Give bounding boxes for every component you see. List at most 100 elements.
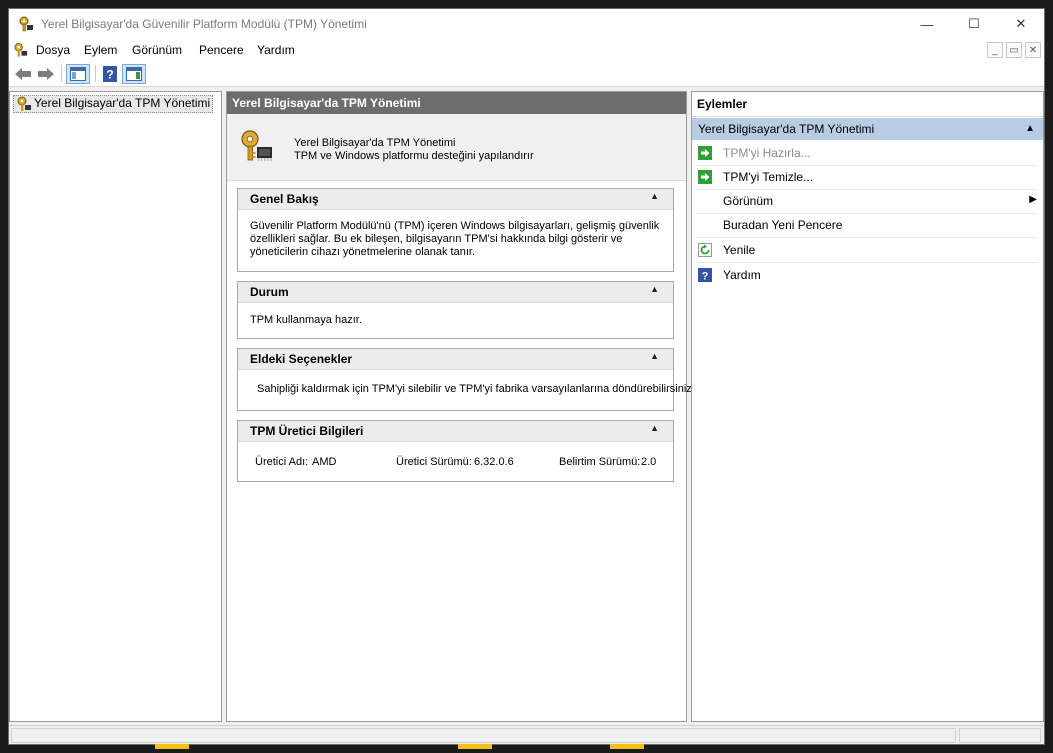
tpm-key-icon [241, 130, 272, 161]
manufacturer-version-value: 6.32.0.6 [474, 456, 514, 468]
collapse-caret-icon[interactable]: ▲ [650, 423, 659, 433]
action-label: Görünüm [723, 194, 774, 208]
available-options-section-header[interactable]: Eldeki Seçenekler ▲ [238, 349, 673, 370]
manufacturer-section-header[interactable]: TPM Üretici Bilgileri ▲ [238, 421, 673, 442]
actions-pane-title: Eylemler [692, 92, 1043, 117]
menu-gorunum[interactable]: Görünüm [132, 43, 182, 57]
mdi-restore-button[interactable]: ▭ [1006, 42, 1022, 58]
overview-line: yöneticilerin cihazı yönetmelerine olana… [250, 246, 476, 258]
actions-group-header[interactable]: Yerel Bilgisayar'da TPM Yönetimi ▲ [692, 118, 1043, 140]
action-new-window[interactable]: Buradan Yeni Pencere [696, 213, 1037, 238]
action-help[interactable]: ? Yardım [696, 263, 1037, 287]
help-icon: ? [103, 66, 117, 82]
manufacturer-name-value: AMD [312, 456, 337, 468]
forward-arrow-icon [38, 68, 54, 80]
status-text: TPM kullanmaya hazır. [250, 314, 362, 326]
system-menu-icon[interactable] [13, 42, 28, 58]
toolbar: ? [9, 61, 1044, 87]
section-title: Durum [250, 285, 289, 299]
collapse-caret-icon[interactable]: ▲ [650, 284, 659, 294]
mdi-close-button[interactable]: ✕ [1025, 42, 1041, 58]
manufacturer-name-label: Üretici Adı: [255, 456, 309, 468]
svg-text:?: ? [702, 271, 709, 283]
back-button[interactable] [13, 64, 33, 84]
mmc-window: Yerel Bilgisayar'da Güvenilir Platform M… [8, 8, 1045, 745]
close-icon: ✕ [1015, 16, 1027, 31]
manufacturer-version-label: Üretici Sürümü: [396, 456, 472, 468]
minimize-button[interactable]: — [904, 9, 950, 39]
overview-line: özellikleri sağlar. Bu ek bileşen, bilgi… [250, 233, 623, 245]
green-arrow-icon [698, 146, 712, 160]
action-label: TPM'yi Temizle... [723, 170, 814, 184]
console-tree: Yerel Bilgisayar'da TPM Yönetimi [9, 91, 222, 722]
overview-section-header[interactable]: Genel Bakış ▲ [238, 189, 673, 210]
collapse-caret-icon[interactable]: ▲ [650, 351, 659, 361]
menu-dosya[interactable]: Dosya [36, 43, 70, 57]
menu-eylem[interactable]: Eylem [84, 43, 117, 57]
mdi-close-icon: ✕ [1028, 44, 1038, 56]
forward-button[interactable] [36, 64, 56, 84]
status-bar-cell [959, 728, 1041, 743]
submenu-arrow-icon: ▶ [1029, 194, 1037, 205]
back-arrow-icon [15, 68, 31, 80]
overview-text: Güvenilir Platform Modülü'nü (TPM) içere… [250, 220, 659, 259]
intro-title: Yerel Bilgisayar'da TPM Yönetimi [294, 137, 456, 149]
status-bar-cell [11, 728, 956, 743]
status-bar [9, 725, 1044, 744]
action-label: Yenile [723, 243, 756, 257]
action-clear-tpm[interactable]: TPM'yi Temizle... [696, 165, 1037, 190]
action-label: Buradan Yeni Pencere [723, 218, 843, 232]
action-view[interactable]: Görünüm ▶ [696, 189, 1037, 214]
svg-text:?: ? [106, 68, 113, 82]
maximize-icon: ☐ [968, 16, 980, 31]
maximize-button[interactable]: ☐ [951, 9, 997, 39]
section-title: TPM Üretici Bilgileri [250, 424, 364, 438]
collapse-caret-icon[interactable]: ▲ [1025, 118, 1035, 140]
refresh-icon [698, 243, 712, 257]
tpm-key-icon [19, 16, 33, 32]
window-title: Yerel Bilgisayar'da Güvenilir Platform M… [41, 17, 367, 31]
mdi-minimize-button[interactable]: _ [987, 42, 1003, 58]
manufacturer-section: TPM Üretici Bilgileri ▲ Üretici Adı: AMD… [237, 420, 674, 482]
help-button[interactable]: ? [100, 64, 120, 84]
tpm-key-icon [17, 96, 31, 111]
menu-pencere[interactable]: Pencere [199, 43, 244, 57]
menu-yardim[interactable]: Yardım [257, 43, 295, 57]
center-header: Yerel Bilgisayar'da TPM Yönetimi [227, 92, 686, 114]
overview-section: Genel Bakış ▲ Güvenilir Platform Modülü'… [237, 188, 674, 272]
show-hide-console-tree-icon [70, 67, 86, 81]
taskbar-indicator [155, 744, 189, 749]
collapse-caret-icon[interactable]: ▲ [650, 191, 659, 201]
taskbar-indicator [610, 744, 644, 749]
intro-description: TPM ve Windows platformu desteğini yapıl… [294, 150, 534, 162]
show-hide-console-tree-button[interactable] [66, 64, 90, 84]
tree-item-label: Yerel Bilgisayar'da TPM Yönetimi [34, 96, 211, 110]
tree-item-tpm-management[interactable]: Yerel Bilgisayar'da TPM Yönetimi [13, 95, 214, 113]
toolbar-separator [61, 65, 62, 82]
spec-version-value: 2.0 [641, 456, 657, 468]
menu-bar: Dosya Eylem Görünüm Pencere Yardım _ ▭ ✕ [9, 39, 1044, 61]
status-section-header[interactable]: Durum ▲ [238, 282, 673, 303]
action-prepare-tpm[interactable]: TPM'yi Hazırla... [696, 141, 1037, 166]
section-title: Eldeki Seçenekler [250, 352, 353, 366]
intro-panel: Yerel Bilgisayar'da TPM Yönetimi TPM ve … [227, 114, 686, 181]
action-label: Yardım [723, 268, 761, 282]
show-hide-action-pane-button[interactable] [122, 64, 146, 84]
action-refresh[interactable]: Yenile [696, 238, 1037, 263]
actions-group-label: Yerel Bilgisayar'da TPM Yönetimi [698, 122, 875, 136]
section-title: Genel Bakış [250, 192, 319, 206]
toolbar-separator [95, 65, 96, 82]
spec-version-label: Belirtim Sürümü: [559, 456, 641, 468]
action-label: TPM'yi Hazırla... [723, 146, 811, 160]
actions-pane: Eylemler Yerel Bilgisayar'da TPM Yönetim… [691, 91, 1044, 722]
show-hide-action-pane-icon [126, 67, 142, 81]
green-arrow-icon [698, 170, 712, 184]
help-icon: ? [698, 268, 712, 282]
title-bar[interactable]: Yerel Bilgisayar'da Güvenilir Platform M… [9, 9, 1044, 39]
status-section: Durum ▲ TPM kullanmaya hazır. [237, 281, 674, 339]
taskbar-indicator [458, 744, 492, 749]
overview-line: Güvenilir Platform Modülü'nü (TPM) içere… [250, 220, 660, 232]
close-button[interactable]: ✕ [998, 9, 1044, 39]
mdi-restore-icon: ▭ [1009, 44, 1019, 56]
center-pane: Yerel Bilgisayar'da TPM Yönetimi Yerel B… [226, 91, 695, 722]
